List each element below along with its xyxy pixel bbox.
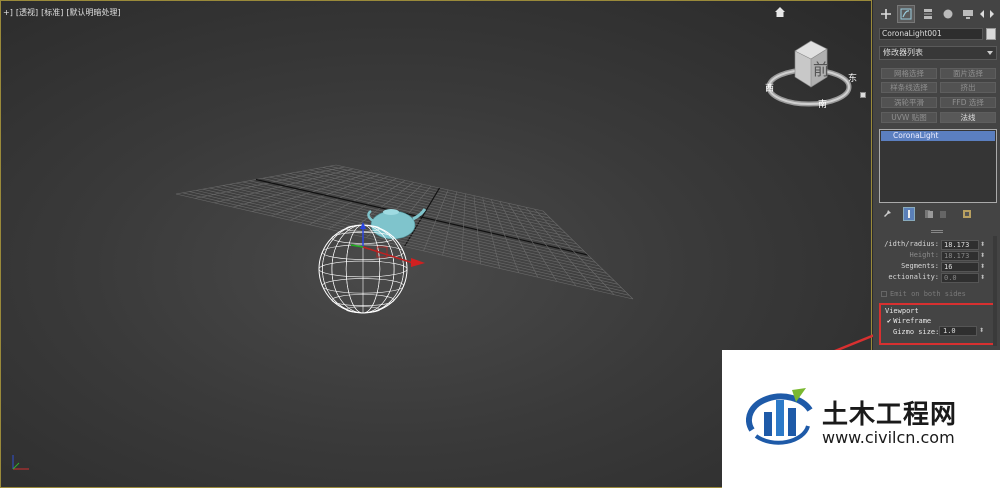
- viewport-menu-pov[interactable]: [透视]: [16, 8, 38, 17]
- remove-modifier-icon[interactable]: [937, 207, 949, 221]
- command-panel-tabs: [873, 5, 1000, 23]
- modifier-list-dropdown[interactable]: 修改器列表: [879, 46, 997, 60]
- param-label: ectionality:: [888, 273, 939, 281]
- grid-line: [229, 184, 604, 270]
- gizmo-x-arrow: [411, 258, 425, 267]
- panel-scrollbar[interactable]: [993, 236, 997, 346]
- configure-modifier-sets-icon[interactable]: [961, 207, 973, 221]
- make-unique-icon[interactable]: [923, 207, 935, 221]
- param-row-width: /idth/radius: 18.173 ⬍: [879, 240, 991, 250]
- wireframe-label: Wireframe: [893, 317, 932, 325]
- viewcube-face-label[interactable]: 前: [813, 60, 829, 79]
- viewport-menu-standard[interactable]: [标准]: [41, 8, 63, 17]
- param-directionality-field[interactable]: 0.0: [941, 273, 979, 283]
- param-width-field[interactable]: 18.173: [941, 240, 979, 250]
- spinner-icon[interactable]: ⬍: [979, 327, 984, 334]
- gizmo-y-axis: [350, 244, 364, 248]
- param-height-field[interactable]: 18.173: [941, 251, 979, 261]
- viewport-settings-group: Viewport ✔ Wireframe Gizmo size: 1.0 ⬍: [879, 303, 995, 345]
- teapot-handle: [367, 209, 374, 222]
- display-tab-icon[interactable]: [959, 5, 977, 23]
- spinner-icon[interactable]: ⬍: [980, 263, 985, 271]
- object-name-field[interactable]: CoronaLight001: [879, 28, 983, 40]
- scroll-right-icon[interactable]: [987, 5, 996, 23]
- gizmo-size-field[interactable]: 1.0: [939, 326, 977, 336]
- param-row-directionality: ectionality: 0.0 ⬍: [879, 273, 991, 283]
- modifier-button[interactable]: 挤出: [940, 82, 996, 93]
- pin-stack-icon[interactable]: [881, 207, 893, 221]
- watermark-logo: [746, 388, 813, 445]
- viewport-menu-shading[interactable]: [默认明暗处理]: [66, 8, 120, 17]
- param-row-segments: Segments: 16 ⬍: [879, 262, 991, 272]
- modifier-list-label: 修改器列表: [883, 48, 923, 57]
- watermark: 土木工程网 www.civilcn.com: [722, 350, 1000, 488]
- checkbox-icon[interactable]: [881, 291, 887, 297]
- viewcube-compass-south: 南: [818, 98, 827, 110]
- modifier-button[interactable]: 样条线选择: [881, 82, 937, 93]
- scroll-left-icon[interactable]: [977, 5, 986, 23]
- grid-line: [195, 190, 622, 289]
- grid-line: [534, 208, 615, 295]
- teapot-body: [370, 210, 416, 240]
- axis-tripod-icon: [12, 455, 29, 470]
- show-end-result-icon[interactable]: [903, 207, 915, 221]
- modifier-button[interactable]: 涡轮平滑: [881, 97, 937, 108]
- spinner-icon[interactable]: ⬍: [980, 274, 985, 282]
- modifier-button[interactable]: 面片选择: [940, 68, 996, 79]
- gizmo-size-label: Gizmo size:: [893, 328, 940, 336]
- emit-both-sides-label: Emit on both sides: [890, 290, 966, 298]
- viewcube-compass-west: 西: [765, 83, 774, 94]
- watermark-url: www.civilcn.com: [822, 428, 955, 447]
- wireframe-checkbox[interactable]: ✔ Wireframe: [887, 317, 931, 325]
- modify-tab-icon[interactable]: [897, 5, 915, 23]
- modifier-button[interactable]: FFD 选择: [940, 97, 996, 108]
- viewcube-menu-icon[interactable]: [860, 92, 866, 98]
- motion-tab-icon[interactable]: [939, 5, 957, 23]
- grid-line: [189, 191, 626, 292]
- gizmo-x-axis: [362, 246, 414, 264]
- param-label: Height:: [909, 251, 939, 259]
- modifier-button[interactable]: UVW 贴图: [881, 112, 937, 123]
- param-row-height: Height: 18.173 ⬍: [879, 251, 991, 261]
- spinner-icon[interactable]: ⬍: [980, 252, 985, 260]
- grid-line: [235, 182, 600, 267]
- param-segments-field[interactable]: 16: [941, 262, 979, 272]
- viewport-group-title: Viewport: [885, 307, 919, 315]
- emit-both-sides-checkbox[interactable]: Emit on both sides: [881, 290, 966, 298]
- param-label: Segments:: [901, 262, 939, 270]
- teapot-lid: [383, 209, 399, 215]
- watermark-site-name: 土木工程网: [822, 400, 958, 430]
- stack-item-coronalight[interactable]: CoronaLight: [881, 131, 995, 141]
- viewport-label-menu[interactable]: +] [透视] [标准] [默认明暗处理]: [3, 7, 124, 18]
- chevron-down-icon: [987, 51, 993, 55]
- param-label: /idth/radius:: [884, 240, 939, 248]
- spinner-icon[interactable]: ⬍: [980, 241, 985, 249]
- hierarchy-tab-icon[interactable]: [919, 5, 937, 23]
- modifier-stack[interactable]: CoronaLight: [879, 129, 997, 203]
- checkmark-icon[interactable]: ✔: [887, 317, 891, 325]
- viewcube-compass-east: 东: [848, 72, 857, 84]
- create-tab-icon[interactable]: [877, 5, 895, 23]
- viewport-menu-plus[interactable]: +]: [3, 8, 13, 17]
- modifier-button-normal[interactable]: 法线: [940, 112, 996, 123]
- rollout-divider-handle[interactable]: [931, 230, 943, 233]
- home-icon[interactable]: [774, 6, 786, 18]
- modifier-button[interactable]: 网格选择: [881, 68, 937, 79]
- viewcube[interactable]: 前 南 西 东: [763, 31, 863, 121]
- stack-toolbar: [879, 207, 997, 221]
- object-color-swatch[interactable]: [986, 28, 996, 40]
